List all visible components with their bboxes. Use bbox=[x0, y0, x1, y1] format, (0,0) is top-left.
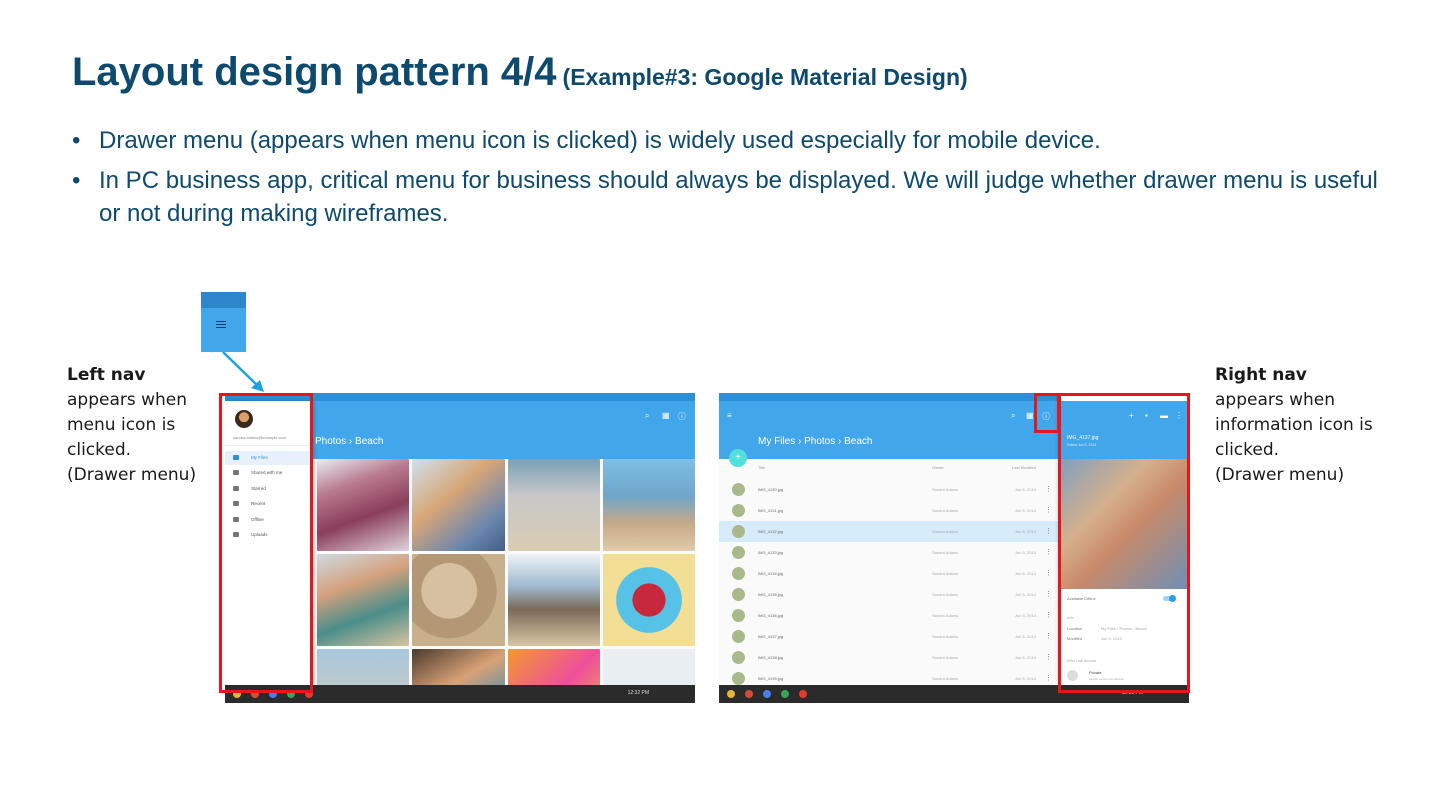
file-row[interactable]: IMG_4137.jpg Sandra Adams Jun 5, 2014 ⋮ bbox=[719, 626, 1059, 647]
more-vert-icon: ⋮ bbox=[1045, 549, 1052, 556]
left-nav-highlight bbox=[219, 393, 313, 693]
hamburger-menu-icon bbox=[216, 321, 226, 328]
file-row[interactable]: IMG_4131.jpg Sandra Adams Jun 5, 2014 ⋮ bbox=[719, 500, 1059, 521]
slide-title: Layout design pattern 4/4 (Example#3: Goo… bbox=[72, 50, 968, 95]
left-nav-note: Left nav appears when menu icon is clicke… bbox=[67, 338, 196, 488]
photo-tile[interactable] bbox=[507, 459, 600, 551]
more-vert-icon: ⋮ bbox=[1045, 633, 1052, 640]
photo-tile[interactable] bbox=[507, 554, 600, 646]
breadcrumb: Photos › Beach bbox=[315, 436, 384, 447]
title-sub: (Example#3: Google Material Design) bbox=[562, 64, 968, 90]
chrome-icon[interactable] bbox=[727, 690, 735, 698]
search-icon[interactable]: ⌕ bbox=[645, 411, 649, 421]
grid-view-icon[interactable]: ▦ bbox=[1026, 411, 1034, 420]
gmail-icon[interactable] bbox=[745, 690, 753, 698]
grid-view-icon[interactable]: ▦ bbox=[662, 411, 670, 420]
photo-tile[interactable] bbox=[317, 554, 410, 646]
photo-tile[interactable] bbox=[412, 554, 505, 646]
file-row[interactable]: IMG_4134.jpg Sandra Adams Jun 5, 2014 ⋮ bbox=[719, 563, 1059, 584]
info-icon[interactable]: ⓘ bbox=[678, 411, 686, 422]
right-nav-note: Right nav appears when information icon i… bbox=[1215, 338, 1373, 488]
file-row[interactable]: IMG_4135.jpg Sandra Adams Jun 5, 2014 ⋮ bbox=[719, 584, 1059, 605]
search-icon[interactable]: ⌕ bbox=[1011, 411, 1015, 421]
more-vert-icon: ⋮ bbox=[1045, 507, 1052, 514]
file-row[interactable]: IMG_4136.jpg Sandra Adams Jun 5, 2014 ⋮ bbox=[719, 605, 1059, 626]
breadcrumb: My Files › Photos › Beach bbox=[758, 436, 873, 447]
left-nav-heading: Left nav bbox=[67, 365, 146, 385]
photo-tile[interactable] bbox=[602, 459, 695, 551]
left-nav-body: appears when menu icon is clicked. (Draw… bbox=[67, 390, 197, 485]
file-row[interactable]: IMG_4130.jpg Sandra Adams Jun 5, 2014 ⋮ bbox=[719, 479, 1059, 500]
photo-tile[interactable] bbox=[412, 459, 505, 551]
photo-tile[interactable] bbox=[602, 554, 695, 646]
bullet-item: Drawer menu (appears when menu icon is c… bbox=[72, 124, 1392, 157]
search-app-icon[interactable] bbox=[763, 690, 771, 698]
bullet-item: In PC business app, critical menu for bu… bbox=[72, 164, 1392, 230]
file-row-selected[interactable]: IMG_4132.jpg Sandra Adams Jun 5, 2014 ⋮ bbox=[719, 521, 1059, 542]
menu-icon[interactable]: ≡ bbox=[727, 411, 732, 420]
photo-tile[interactable] bbox=[317, 459, 410, 551]
menu-button-zoom[interactable] bbox=[201, 292, 246, 352]
info-icon-highlight bbox=[1034, 393, 1060, 433]
photo-grid bbox=[317, 459, 695, 703]
right-nav-highlight bbox=[1058, 393, 1190, 693]
more-vert-icon: ⋮ bbox=[1045, 486, 1052, 493]
col-title[interactable]: Title bbox=[758, 465, 765, 470]
file-row[interactable]: IMG_4138.jpg Sandra Adams Jun 5, 2014 ⋮ bbox=[719, 647, 1059, 668]
drive-icon[interactable] bbox=[781, 690, 789, 698]
callout-arrow bbox=[222, 351, 264, 392]
col-modified[interactable]: Last Modified bbox=[1012, 465, 1036, 470]
add-fab-button[interactable]: + bbox=[729, 449, 747, 467]
more-vert-icon: ⋮ bbox=[1045, 675, 1052, 682]
right-nav-body: appears when information icon is clicked… bbox=[1215, 390, 1373, 485]
more-vert-icon: ⋮ bbox=[1045, 612, 1052, 619]
file-row[interactable]: IMG_4133.jpg Sandra Adams Jun 5, 2014 ⋮ bbox=[719, 542, 1059, 563]
right-nav-heading: Right nav bbox=[1215, 365, 1307, 385]
more-vert-icon: ⋮ bbox=[1045, 654, 1052, 661]
title-main: Layout design pattern 4/4 bbox=[72, 50, 557, 94]
col-owner[interactable]: Owner bbox=[932, 465, 944, 470]
bullet-list: Drawer menu (appears when menu icon is c… bbox=[72, 124, 1392, 237]
youtube-icon[interactable] bbox=[799, 690, 807, 698]
clock-time: 12:32 PM bbox=[627, 690, 649, 696]
more-vert-icon: ⋮ bbox=[1045, 591, 1052, 598]
more-vert-icon: ⋮ bbox=[1045, 528, 1052, 535]
more-vert-icon: ⋮ bbox=[1045, 570, 1052, 577]
